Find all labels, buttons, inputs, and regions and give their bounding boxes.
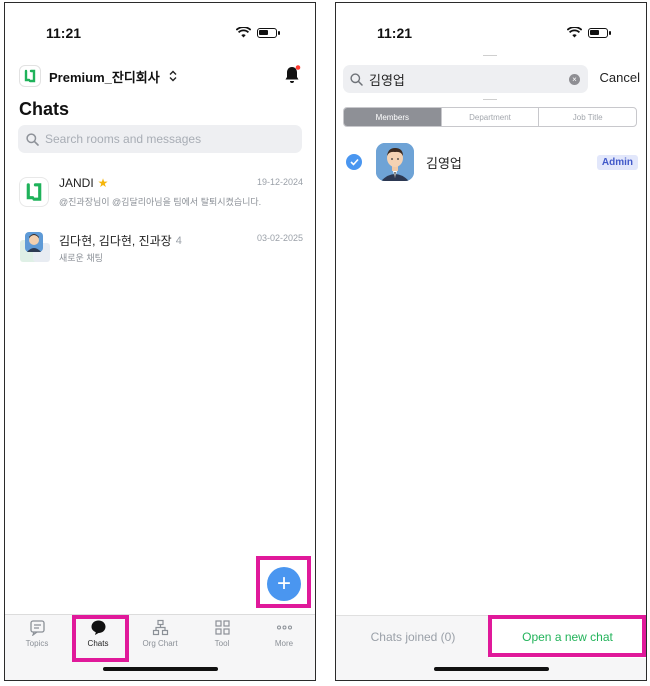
member-name: 김영업 xyxy=(426,156,462,171)
chat-name: JANDI ★ xyxy=(59,176,108,190)
segment-job-title[interactable]: Job Title xyxy=(539,108,636,126)
tab-label: More xyxy=(274,639,294,648)
notification-bell-icon[interactable] xyxy=(283,65,301,85)
segment-members[interactable]: Members xyxy=(344,108,442,126)
highlight-box xyxy=(72,615,129,662)
home-indicator xyxy=(103,667,218,671)
search-placeholder: Search rooms and messages xyxy=(45,132,202,146)
tab-label: Org Chart xyxy=(142,639,178,648)
wifi-icon xyxy=(236,27,251,38)
org-chart-icon xyxy=(152,619,168,636)
more-dots-icon xyxy=(276,625,292,630)
page-title: Chats xyxy=(19,99,70,119)
member-count: 4 xyxy=(175,234,182,247)
person-avatar-icon xyxy=(376,143,414,181)
chat-room-jandi[interactable]: JANDI ★ @진과장님이 @김달리아님을 팀에서 탈퇴시켰습니다. 19-1… xyxy=(19,175,303,215)
tab-topics[interactable]: Topics xyxy=(12,619,62,661)
tab-label: Tool xyxy=(214,639,230,648)
status-time: 11:21 xyxy=(46,25,82,41)
chat-name: 김다현, 김다현, 진과장 4 xyxy=(59,232,182,249)
divider xyxy=(483,99,497,100)
highlight-box xyxy=(488,615,646,657)
group-avatar xyxy=(19,231,51,263)
jandi-logo-icon xyxy=(19,65,41,87)
member-avatar xyxy=(376,143,414,181)
status-icons xyxy=(236,27,280,38)
sheet-handle xyxy=(483,55,497,56)
search-input[interactable]: Search rooms and messages xyxy=(18,125,302,153)
tab-org-chart[interactable]: Org Chart xyxy=(135,619,185,661)
tab-tool[interactable]: Tool xyxy=(197,619,247,661)
cancel-button[interactable]: Cancel xyxy=(600,70,640,85)
chat-name-text: 김다현, 김다현, 진과장 xyxy=(59,234,172,248)
tab-label: Topics xyxy=(25,639,49,648)
status-icons xyxy=(567,27,611,38)
battery-icon xyxy=(257,27,280,38)
chat-date: 03-02-2025 xyxy=(256,233,303,243)
chats-screen: 11:21 Premium_잔디회사 Chats Search rooms an… xyxy=(4,2,316,681)
person-avatar-icon xyxy=(20,232,50,262)
jandi-logo-icon xyxy=(26,183,42,201)
wifi-icon xyxy=(567,27,582,38)
search-icon xyxy=(26,132,39,146)
chat-preview: @진과장님이 @김달리아님을 팀에서 탈퇴시켰습니다. xyxy=(59,197,262,207)
workspace-switcher[interactable]: Premium_잔디회사 xyxy=(19,65,178,87)
admin-badge: Admin xyxy=(596,155,638,170)
chats-joined-button[interactable]: Chats joined (0) xyxy=(336,616,490,658)
jandi-room-avatar xyxy=(19,177,49,207)
chat-name-text: JANDI xyxy=(59,176,94,190)
new-chat-screen: 11:21 김영업 × Cancel Members Department Jo… xyxy=(335,2,647,681)
star-icon: ★ xyxy=(97,176,109,190)
topics-icon xyxy=(29,620,45,636)
clear-search-icon[interactable]: × xyxy=(569,73,580,85)
selected-check-icon[interactable] xyxy=(346,154,362,170)
member-row[interactable]: 김영업 Admin xyxy=(346,143,638,183)
battery-icon xyxy=(588,27,611,38)
search-value: 김영업 xyxy=(369,72,405,88)
tab-more[interactable]: More xyxy=(259,619,309,661)
workspace-name: Premium_잔디회사 xyxy=(49,69,160,85)
segment-department[interactable]: Department xyxy=(442,108,540,126)
chevron-updown-icon xyxy=(169,70,177,82)
status-time: 11:21 xyxy=(377,25,413,41)
search-icon xyxy=(350,72,363,86)
home-indicator xyxy=(434,667,549,671)
filter-segmented-control: Members Department Job Title xyxy=(343,107,637,127)
highlight-box xyxy=(256,556,311,608)
chat-room-group[interactable]: 김다현, 김다현, 진과장 4 새로운 채팅 03-02-2025 xyxy=(19,231,303,271)
chat-date: 19-12-2024 xyxy=(256,177,303,187)
grid-icon xyxy=(214,620,230,635)
member-search-input[interactable]: 김영업 × xyxy=(343,65,588,93)
chat-preview: 새로운 채팅 xyxy=(59,253,103,263)
